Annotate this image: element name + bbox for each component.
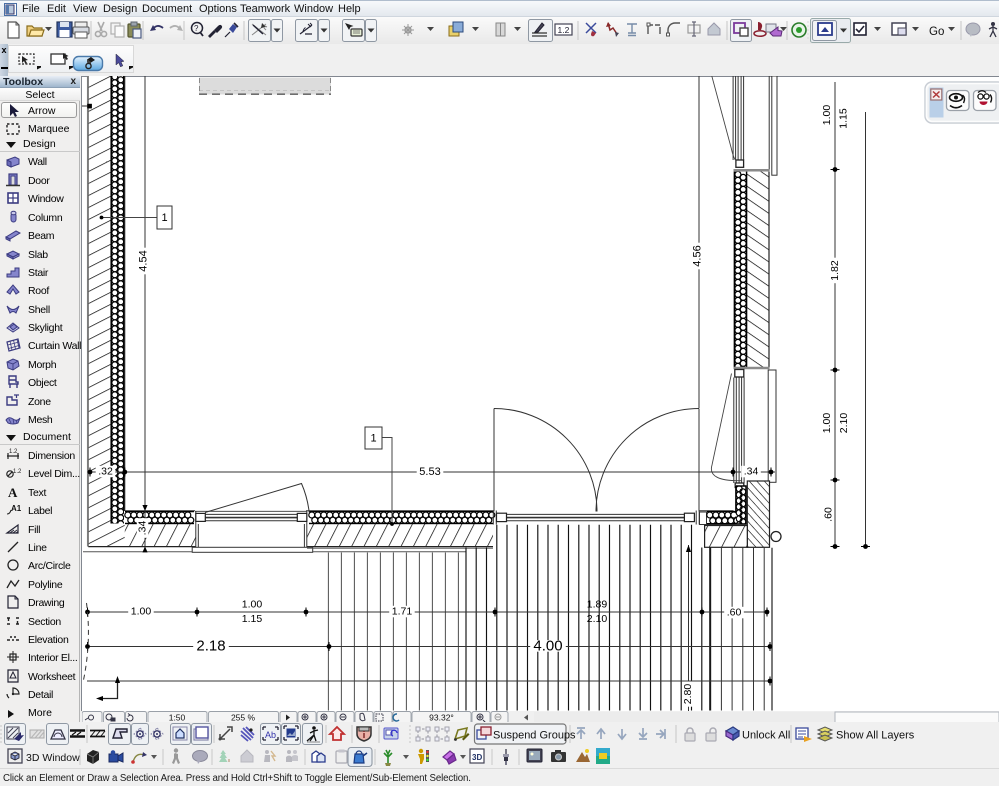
svg-text:Suspend Groups: Suspend Groups [493, 730, 576, 742]
svg-text:.34: .34 [137, 521, 149, 536]
svg-text:1: 1 [370, 433, 376, 445]
svg-text:.32: .32 [98, 466, 113, 478]
svg-text:.34: .34 [744, 466, 759, 478]
svg-text:2.10: 2.10 [838, 413, 850, 434]
svg-text:1.00: 1.00 [821, 413, 833, 434]
svg-text:1.15: 1.15 [242, 613, 263, 625]
svg-text:4.56: 4.56 [692, 245, 704, 266]
svg-text:Go: Go [929, 26, 944, 38]
svg-text:1: 1 [161, 212, 167, 224]
svg-text:255 %: 255 % [231, 713, 256, 723]
svg-text:3D: 3D [472, 753, 482, 762]
svg-text:Ab: Ab [265, 730, 276, 740]
svg-text:1.00: 1.00 [821, 105, 833, 126]
svg-text:5.53: 5.53 [419, 466, 440, 478]
svg-text:.60: .60 [727, 607, 742, 619]
svg-text:1.00: 1.00 [242, 599, 263, 611]
svg-text:1.2: 1.2 [558, 25, 570, 35]
svg-text:Show All Layers: Show All Layers [836, 730, 915, 742]
svg-text:1.89: 1.89 [587, 599, 608, 611]
svg-text:2.80: 2.80 [682, 684, 694, 705]
svg-text:3D Window: 3D Window [26, 752, 80, 764]
svg-text:1.00: 1.00 [131, 606, 152, 618]
svg-text:93.32°: 93.32° [429, 713, 454, 723]
svg-text:1.15: 1.15 [838, 108, 850, 129]
svg-text:2.10: 2.10 [587, 613, 608, 625]
svg-text:1.82: 1.82 [829, 260, 841, 281]
svg-text:1.71: 1.71 [392, 606, 413, 618]
svg-text:2.18: 2.18 [196, 638, 225, 655]
svg-text:1:50: 1:50 [169, 713, 186, 723]
svg-text:4.00: 4.00 [533, 638, 562, 655]
svg-text:4.54: 4.54 [138, 250, 150, 271]
svg-text:?: ? [194, 24, 199, 33]
svg-text:.60: .60 [823, 507, 835, 522]
svg-text:Unlock All: Unlock All [742, 730, 790, 742]
